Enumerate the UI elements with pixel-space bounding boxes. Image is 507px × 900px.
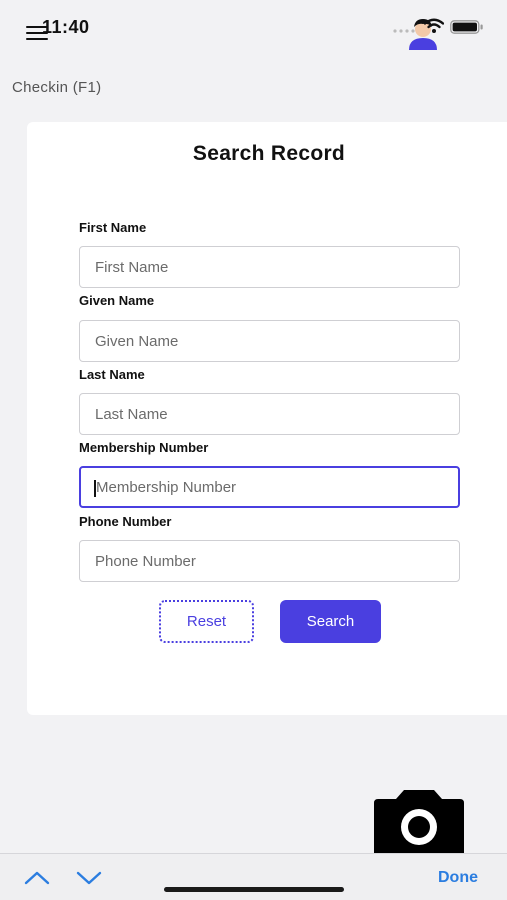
text-cursor (94, 480, 96, 497)
first-name-field[interactable] (79, 246, 460, 288)
wifi-icon (424, 18, 444, 33)
given-name-label: Given Name (79, 293, 155, 308)
first-name-label: First Name (79, 220, 147, 235)
phone-number-field[interactable] (79, 540, 460, 582)
home-indicator (164, 887, 344, 892)
screen: 11:40 Checkin (F1) Search Record First N… (0, 0, 507, 900)
last-name-field[interactable] (79, 393, 460, 435)
chevron-up-icon[interactable] (24, 870, 50, 886)
membership-number-field[interactable] (79, 466, 460, 508)
battery-icon (450, 20, 483, 34)
reset-button[interactable]: Reset (159, 600, 254, 643)
status-bar: 11:40 (0, 0, 507, 60)
search-record-card: Search Record First Name Given Name Last… (27, 122, 507, 715)
chevron-down-icon[interactable] (76, 870, 102, 886)
status-time: 11:40 (42, 17, 90, 37)
phone-number-label: Phone Number (79, 514, 172, 529)
page-title: Checkin (F1) (12, 79, 102, 96)
form-title: Search Record (192, 142, 346, 165)
given-name-field[interactable] (79, 320, 460, 362)
membership-number-label: Membership Number (79, 440, 209, 455)
keyboard-toolbar: Done (0, 853, 507, 900)
camera-icon[interactable] (374, 790, 464, 854)
search-button[interactable]: Search (280, 600, 381, 643)
done-button[interactable]: Done (438, 869, 478, 887)
last-name-label: Last Name (79, 367, 145, 382)
